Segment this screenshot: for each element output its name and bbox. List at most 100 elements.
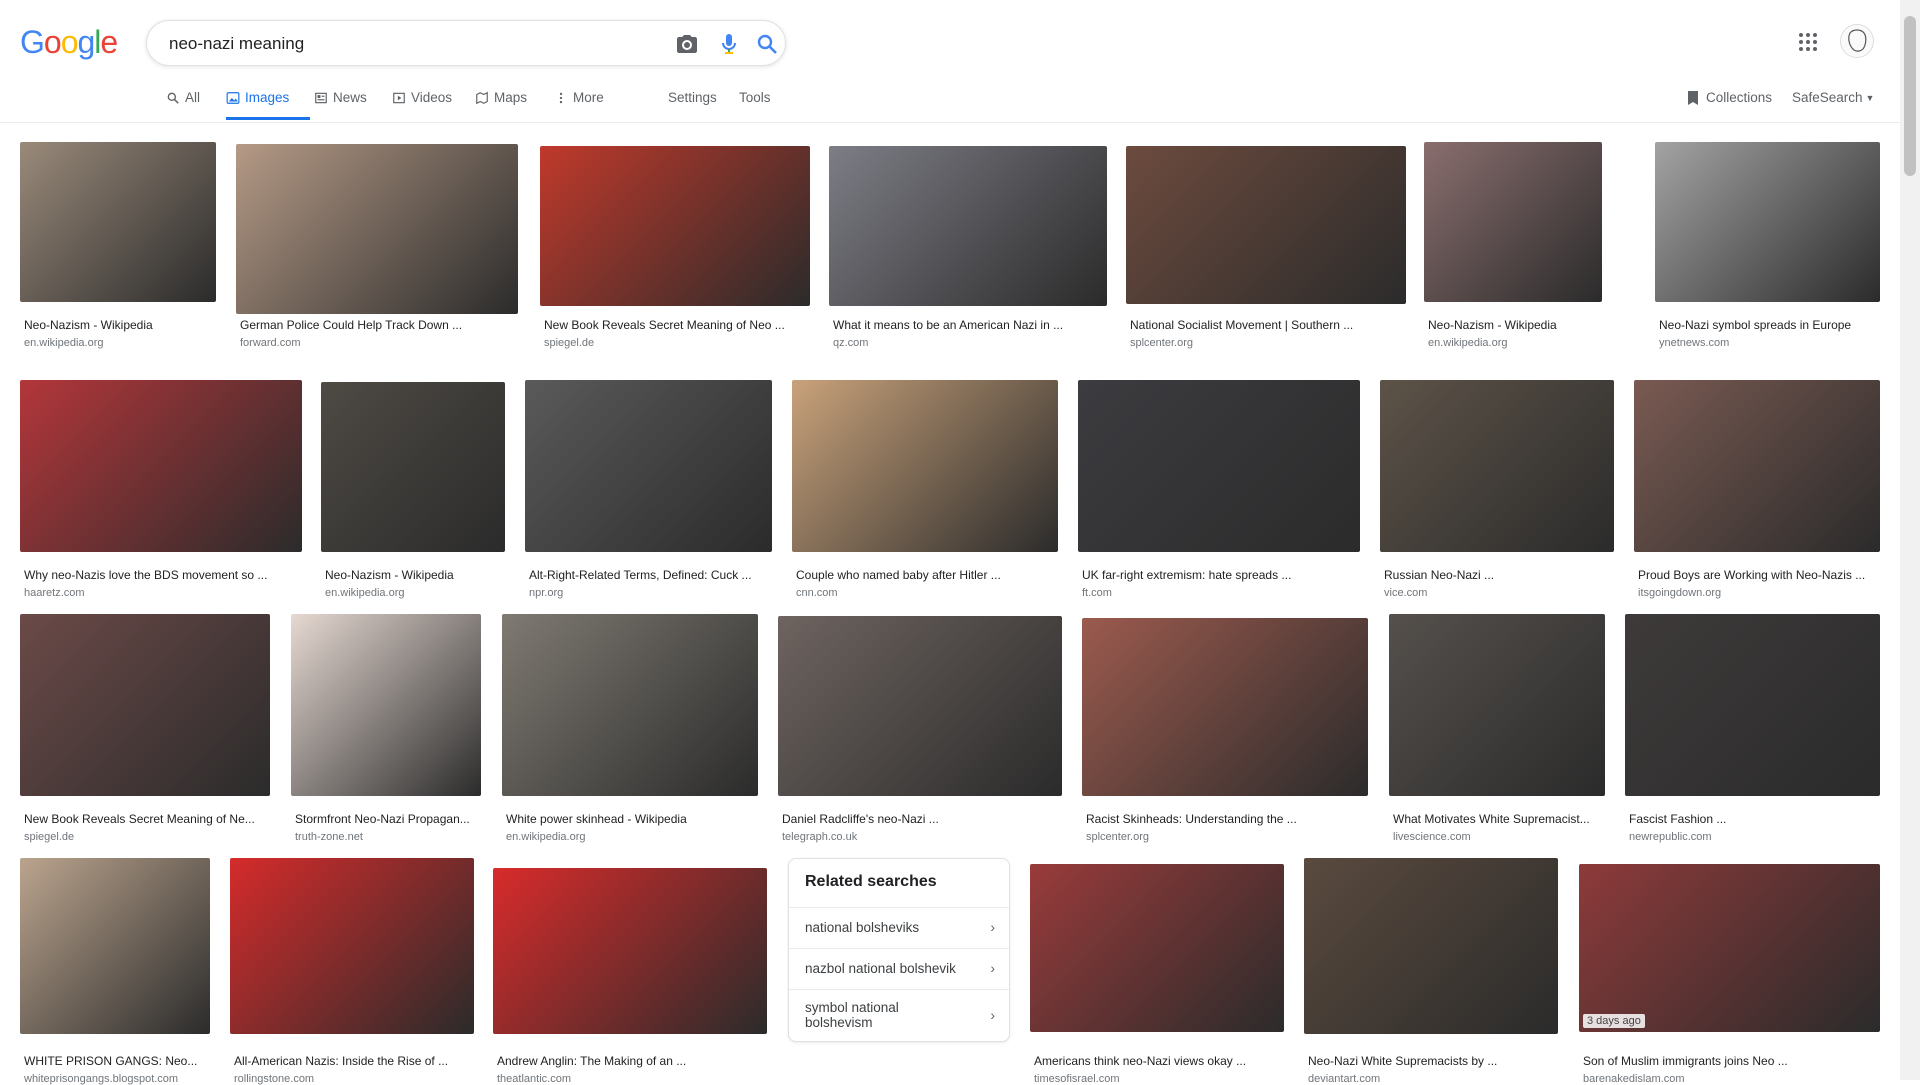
image-result-source[interactable]: splcenter.org: [1130, 337, 1193, 349]
camera-icon[interactable]: [675, 32, 699, 56]
image-thumbnail[interactable]: [236, 144, 518, 314]
image-thumbnail[interactable]: [493, 868, 767, 1034]
image-thumbnail[interactable]: [502, 614, 758, 796]
image-result-title[interactable]: Americans think neo-Nazi views okay ...: [1034, 1054, 1280, 1068]
image-result-title[interactable]: Neo-Nazism - Wikipedia: [325, 568, 501, 582]
account-avatar[interactable]: [1840, 24, 1874, 58]
image-result-title[interactable]: WHITE PRISON GANGS: Neo...: [24, 1054, 206, 1068]
image-thumbnail[interactable]: [525, 380, 772, 552]
image-thumbnail[interactable]: [20, 614, 270, 796]
image-result-source[interactable]: en.wikipedia.org: [1428, 337, 1508, 349]
image-result-title[interactable]: New Book Reveals Secret Meaning of Ne...: [24, 812, 266, 826]
image-result-source[interactable]: theatlantic.com: [497, 1073, 571, 1085]
image-result-title[interactable]: Why neo-Nazis love the BDS movement so .…: [24, 568, 298, 582]
image-result-source[interactable]: livescience.com: [1393, 831, 1471, 843]
image-result-title[interactable]: New Book Reveals Secret Meaning of Neo .…: [544, 318, 806, 332]
image-result-title[interactable]: What it means to be an American Nazi in …: [833, 318, 1103, 332]
image-result-source[interactable]: haaretz.com: [24, 587, 85, 599]
apps-grid-icon[interactable]: [1796, 30, 1820, 54]
tab-all[interactable]: All: [166, 86, 200, 120]
image-result-title[interactable]: Neo-Nazi symbol spreads in Europe: [1659, 318, 1876, 332]
image-result-title[interactable]: German Police Could Help Track Down ...: [240, 318, 514, 332]
image-thumbnail[interactable]: [1634, 380, 1880, 552]
image-result-source[interactable]: en.wikipedia.org: [325, 587, 405, 599]
image-thumbnail[interactable]: [829, 146, 1107, 306]
image-result-title[interactable]: All-American Nazis: Inside the Rise of .…: [234, 1054, 470, 1068]
image-thumbnail[interactable]: [1655, 142, 1880, 302]
image-result-source[interactable]: deviantart.com: [1308, 1073, 1380, 1085]
image-result-source[interactable]: whiteprisongangs.blogspot.com: [24, 1073, 178, 1085]
image-result-title[interactable]: Fascist Fashion ...: [1629, 812, 1876, 826]
image-thumbnail[interactable]: [1126, 146, 1406, 304]
image-result-title[interactable]: Son of Muslim immigrants joins Neo ...: [1583, 1054, 1876, 1068]
image-result-title[interactable]: Alt-Right-Related Terms, Defined: Cuck .…: [529, 568, 768, 582]
image-result-title[interactable]: Racist Skinheads: Understanding the ...: [1086, 812, 1364, 826]
image-result-source[interactable]: rollingstone.com: [234, 1073, 314, 1085]
image-result-title[interactable]: Neo-Nazi White Supremacists by ...: [1308, 1054, 1554, 1068]
image-thumbnail[interactable]: [1030, 864, 1284, 1032]
tab-videos[interactable]: Videos: [392, 86, 452, 120]
image-result-source[interactable]: ynetnews.com: [1659, 337, 1729, 349]
image-thumbnail[interactable]: [20, 380, 302, 552]
related-search-item[interactable]: nazbol national bolshevik ›: [789, 948, 1009, 989]
tools-link[interactable]: Tools: [739, 90, 771, 105]
image-result-title[interactable]: Andrew Anglin: The Making of an ...: [497, 1054, 763, 1068]
image-thumbnail[interactable]: [1380, 380, 1614, 552]
image-result-source[interactable]: timesofisrael.com: [1034, 1073, 1120, 1085]
image-result-title[interactable]: Neo-Nazism - Wikipedia: [24, 318, 212, 332]
image-result-source[interactable]: vice.com: [1384, 587, 1427, 599]
image-result-source[interactable]: forward.com: [240, 337, 301, 349]
image-result-source[interactable]: cnn.com: [796, 587, 838, 599]
image-result-title[interactable]: Couple who named baby after Hitler ...: [796, 568, 1054, 582]
image-thumbnail[interactable]: [540, 146, 810, 306]
page-scrollbar[interactable]: [1900, 0, 1920, 1080]
image-thumbnail[interactable]: [291, 614, 481, 796]
image-result-source[interactable]: en.wikipedia.org: [506, 831, 586, 843]
image-result-source[interactable]: truth-zone.net: [295, 831, 363, 843]
image-thumbnail[interactable]: [1424, 142, 1602, 302]
image-result-source[interactable]: qz.com: [833, 337, 868, 349]
image-thumbnail[interactable]: [778, 616, 1062, 796]
tab-more[interactable]: More: [554, 86, 604, 120]
image-result-title[interactable]: Proud Boys are Working with Neo-Nazis ..…: [1638, 568, 1876, 582]
image-result-source[interactable]: en.wikipedia.org: [24, 337, 104, 349]
image-result-source[interactable]: ft.com: [1082, 587, 1112, 599]
image-thumbnail[interactable]: [230, 858, 474, 1034]
image-result-source[interactable]: barenakedislam.com: [1583, 1073, 1685, 1085]
image-result-title[interactable]: UK far-right extremism: hate spreads ...: [1082, 568, 1356, 582]
collections-link[interactable]: Collections: [1686, 90, 1772, 106]
image-result-title[interactable]: What Motivates White Supremacist...: [1393, 812, 1601, 826]
image-result-title[interactable]: Stormfront Neo-Nazi Propagan...: [295, 812, 477, 826]
image-result-title[interactable]: Daniel Radcliffe's neo-Nazi ...: [782, 812, 1058, 826]
image-thumbnail[interactable]: 3 days ago: [1579, 864, 1880, 1032]
safesearch-dropdown[interactable]: SafeSearch ▼: [1792, 90, 1874, 105]
image-result-source[interactable]: npr.org: [529, 587, 563, 599]
tab-news[interactable]: News: [314, 86, 367, 120]
image-thumbnail[interactable]: [1304, 858, 1558, 1034]
tab-maps[interactable]: Maps: [475, 86, 527, 120]
search-icon[interactable]: [755, 32, 779, 56]
image-result-source[interactable]: itsgoingdown.org: [1638, 587, 1721, 599]
related-search-item[interactable]: national bolsheviks ›: [789, 907, 1009, 948]
image-thumbnail[interactable]: [20, 142, 216, 302]
image-result-source[interactable]: spiegel.de: [24, 831, 74, 843]
image-thumbnail[interactable]: [792, 380, 1058, 552]
image-thumbnail[interactable]: [20, 858, 210, 1034]
image-result-title[interactable]: Russian Neo-Nazi ...: [1384, 568, 1610, 582]
image-thumbnail[interactable]: [1625, 614, 1880, 796]
image-result-source[interactable]: telegraph.co.uk: [782, 831, 857, 843]
image-thumbnail[interactable]: [1082, 618, 1368, 796]
image-thumbnail[interactable]: [321, 382, 505, 552]
image-result-source[interactable]: newrepublic.com: [1629, 831, 1712, 843]
google-logo[interactable]: Google: [20, 24, 118, 61]
image-result-title[interactable]: White power skinhead - Wikipedia: [506, 812, 754, 826]
image-result-title[interactable]: National Socialist Movement | Southern .…: [1130, 318, 1402, 332]
image-thumbnail[interactable]: [1389, 614, 1605, 796]
tab-images[interactable]: Images: [226, 86, 310, 120]
image-result-source[interactable]: splcenter.org: [1086, 831, 1149, 843]
settings-link[interactable]: Settings: [668, 90, 717, 105]
microphone-icon[interactable]: [717, 32, 741, 56]
image-result-title[interactable]: Neo-Nazism - Wikipedia: [1428, 318, 1598, 332]
image-thumbnail[interactable]: [1078, 380, 1360, 552]
image-result-source[interactable]: spiegel.de: [544, 337, 594, 349]
